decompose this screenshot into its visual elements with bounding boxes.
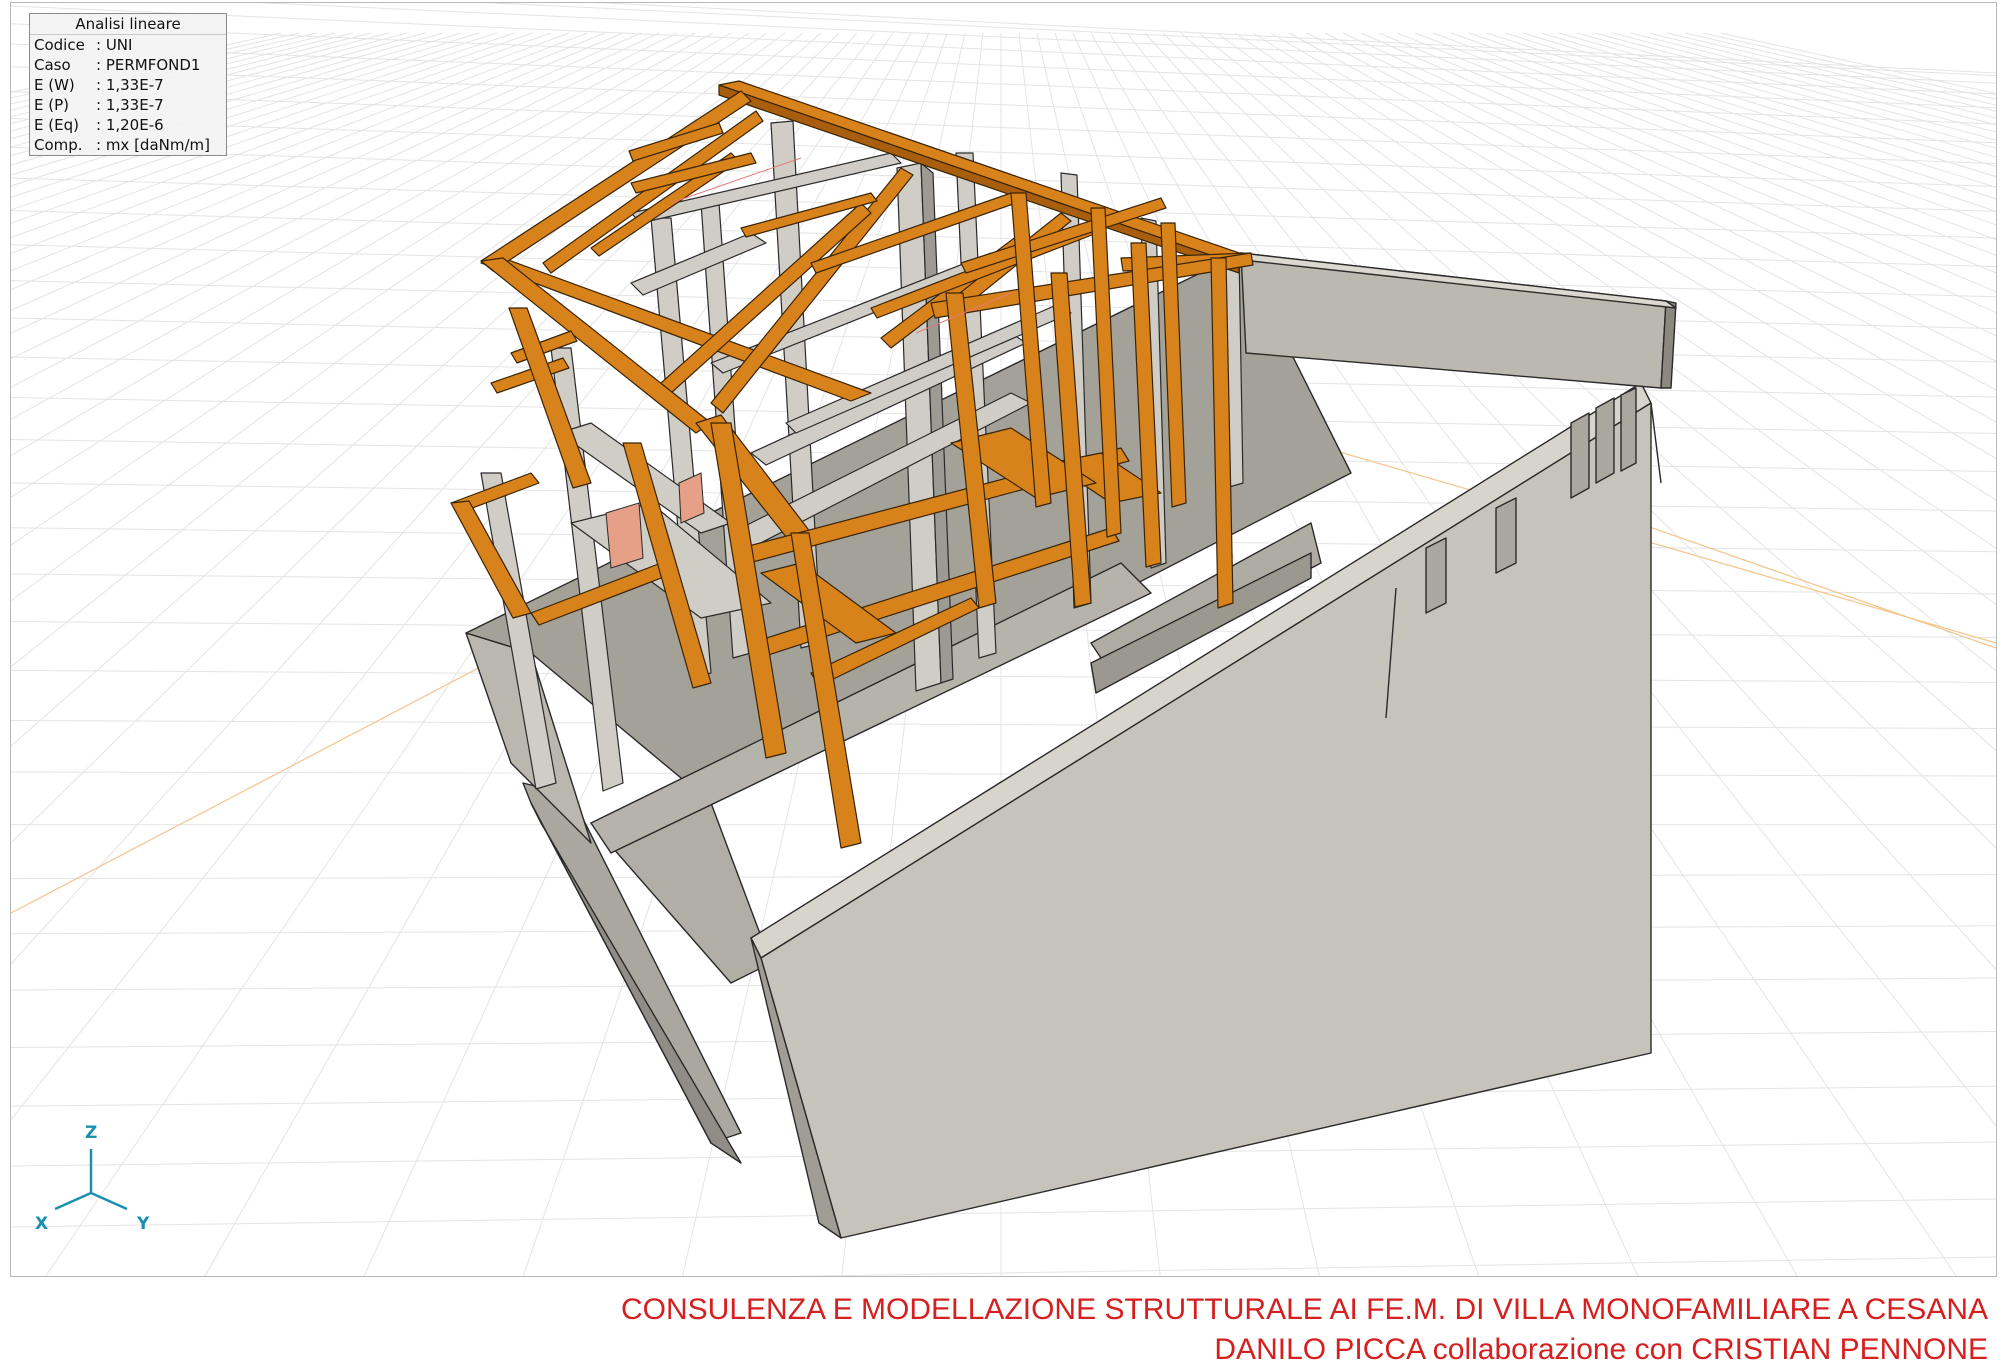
axis-triad-icon: Z X Y bbox=[35, 1123, 150, 1233]
y-axis-label: Y bbox=[136, 1214, 150, 1233]
info-row: Caso: PERMFOND1 bbox=[34, 56, 201, 74]
info-row: Comp.: mx [daNm/m] bbox=[34, 136, 210, 154]
project-authors: DANILO PICCA collaborazione con CRISTIAN… bbox=[1214, 1333, 1988, 1366]
analysis-info-panel: Analisi lineare Codice: UNI Caso: PERMFO… bbox=[29, 13, 227, 156]
project-title: CONSULENZA E MODELLAZIONE STRUTTURALE AI… bbox=[621, 1293, 1988, 1326]
info-row: Codice: UNI bbox=[34, 36, 133, 54]
info-row: E (P): 1,33E-7 bbox=[34, 96, 164, 114]
info-row: E (Eq): 1,20E-6 bbox=[34, 116, 164, 134]
x-axis-label: X bbox=[35, 1214, 48, 1233]
x-axis-line bbox=[54, 1191, 92, 1211]
y-axis-line bbox=[90, 1191, 128, 1211]
model-viewport[interactable]: Analisi lineare Codice: UNI Caso: PERMFO… bbox=[10, 2, 1997, 1277]
project-credits: CONSULENZA E MODELLAZIONE STRUTTURALE AI… bbox=[621, 1290, 1988, 1370]
z-axis-label: Z bbox=[85, 1123, 97, 1143]
analysis-title: Analisi lineare bbox=[30, 14, 226, 35]
structure-3d-view[interactable] bbox=[11, 3, 1996, 1276]
info-row: E (W): 1,33E-7 bbox=[34, 76, 164, 94]
